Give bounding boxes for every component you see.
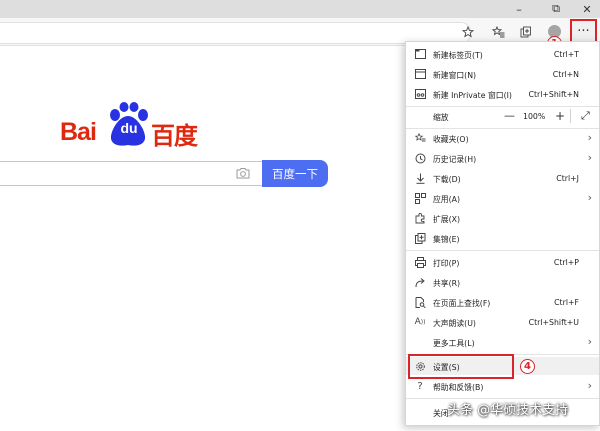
menu-label: 新建窗口(N) xyxy=(433,71,477,80)
share-icon xyxy=(414,276,426,288)
menu-label: 在页面上查找(F) xyxy=(433,299,491,308)
camera-icon[interactable] xyxy=(236,167,250,179)
help-icon: ? xyxy=(417,380,423,392)
menu-item-apps[interactable]: 应用(A) › xyxy=(406,189,599,207)
inprivate-icon xyxy=(414,88,426,100)
menu-item-new-inprivate[interactable]: 新建 InPrivate 窗口(I) Ctrl+Shift+N xyxy=(406,85,599,103)
close-window-button[interactable]: ✕ xyxy=(574,0,600,18)
chevron-right-icon: › xyxy=(587,335,592,348)
menu-label: 大声朗读(U) xyxy=(433,319,476,328)
apps-icon xyxy=(414,192,426,204)
favorites-list-icon[interactable] xyxy=(487,21,509,43)
menu-item-new-tab[interactable]: 新建标签页(T) Ctrl+T xyxy=(406,45,599,63)
menu-label: 扩展(X) xyxy=(433,215,461,224)
collections-menu-icon xyxy=(414,232,426,244)
read-aloud-icon: A)) xyxy=(414,317,426,327)
menu-item-new-window[interactable]: 新建窗口(N) Ctrl+N xyxy=(406,65,599,83)
menu-item-collections[interactable]: 集锦(E) xyxy=(406,229,599,247)
menu-label: 缩放 xyxy=(433,113,449,122)
menu-label: 历史记录(H) xyxy=(433,155,477,164)
find-on-page-icon xyxy=(414,296,426,308)
menu-item-read-aloud[interactable]: A)) 大声朗读(U) Ctrl+Shift+U xyxy=(406,313,599,331)
new-window-icon xyxy=(414,68,426,80)
address-bar[interactable] xyxy=(0,22,471,44)
menu-label: 更多工具(L) xyxy=(433,339,475,348)
menu-shortcut: Ctrl+N xyxy=(552,70,579,79)
logo-text-bai: Bai xyxy=(60,118,97,146)
more-settings-button[interactable]: ··· xyxy=(570,19,597,43)
menu-label: 新建 InPrivate 窗口(I) xyxy=(433,91,512,100)
step-4-badge: 4 xyxy=(520,359,535,374)
menu-item-more-tools[interactable]: 更多工具(L) › xyxy=(406,333,599,351)
baidu-search-button[interactable]: 百度一下 xyxy=(262,160,328,187)
menu-label: 共享(R) xyxy=(433,279,461,288)
new-tab-icon xyxy=(414,48,426,60)
star-icon[interactable] xyxy=(457,21,479,43)
menu-shortcut: Ctrl+T xyxy=(553,50,579,59)
menu-item-history[interactable]: 历史记录(H) › xyxy=(406,149,599,167)
title-bar: – ⧉ ✕ xyxy=(0,0,600,18)
fullscreen-icon[interactable]: ⤢ xyxy=(581,109,590,123)
menu-item-downloads[interactable]: 下载(D) Ctrl+J xyxy=(406,169,599,187)
menu-shortcut: Ctrl+Shift+U xyxy=(528,318,579,327)
menu-item-zoom: 缩放 — 100% + ⤢ xyxy=(406,107,599,125)
collections-icon[interactable] xyxy=(515,21,537,43)
menu-shortcut: Ctrl+Shift+N xyxy=(528,90,580,99)
print-icon xyxy=(414,256,426,268)
menu-label: 集锦(E) xyxy=(433,235,460,244)
menu-shortcut: Ctrl+F xyxy=(554,298,579,307)
favorites-icon xyxy=(414,132,426,144)
chevron-right-icon: › xyxy=(587,379,592,392)
menu-label: 打印(P) xyxy=(433,259,460,268)
search-input[interactable] xyxy=(0,161,263,186)
chevron-right-icon: › xyxy=(587,151,592,164)
zoom-in-button[interactable]: + xyxy=(555,109,565,123)
menu-item-extensions[interactable]: 扩展(X) xyxy=(406,209,599,227)
menu-label: 应用(A) xyxy=(433,195,461,204)
menu-item-find[interactable]: 在页面上查找(F) Ctrl+F xyxy=(406,293,599,311)
menu-item-help[interactable]: ? 帮助和反馈(B) › xyxy=(406,377,599,395)
logo-text-du: du xyxy=(120,120,138,136)
restore-button[interactable]: ⧉ xyxy=(543,0,569,18)
menu-item-favorites[interactable]: 收藏夹(O) › xyxy=(406,129,599,147)
menu-shortcut: Ctrl+J xyxy=(556,174,579,183)
history-icon xyxy=(414,152,426,164)
menu-label: 帮助和反馈(B) xyxy=(433,383,484,392)
settings-highlight-box xyxy=(408,354,514,379)
menu-shortcut: Ctrl+P xyxy=(553,258,579,267)
chevron-right-icon: › xyxy=(587,191,592,204)
menu-divider xyxy=(406,250,599,251)
download-icon xyxy=(414,172,426,184)
extensions-icon xyxy=(414,212,426,224)
menu-label: 下载(D) xyxy=(433,175,461,184)
menu-label: 新建标签页(T) xyxy=(433,51,483,60)
zoom-divider xyxy=(570,109,571,123)
chevron-right-icon: › xyxy=(587,131,592,144)
zoom-level: 100% xyxy=(523,112,546,121)
menu-item-print[interactable]: 打印(P) Ctrl+P xyxy=(406,253,599,271)
minimize-button[interactable]: – xyxy=(506,0,532,18)
menu-item-share[interactable]: 共享(R) xyxy=(406,273,599,291)
menu-label: 收藏夹(O) xyxy=(433,135,469,144)
logo-text-baidu-cn: 百度 xyxy=(151,122,198,150)
zoom-out-button[interactable]: — xyxy=(504,109,515,122)
watermark: 头条 @华硕技术支持 xyxy=(447,403,569,418)
